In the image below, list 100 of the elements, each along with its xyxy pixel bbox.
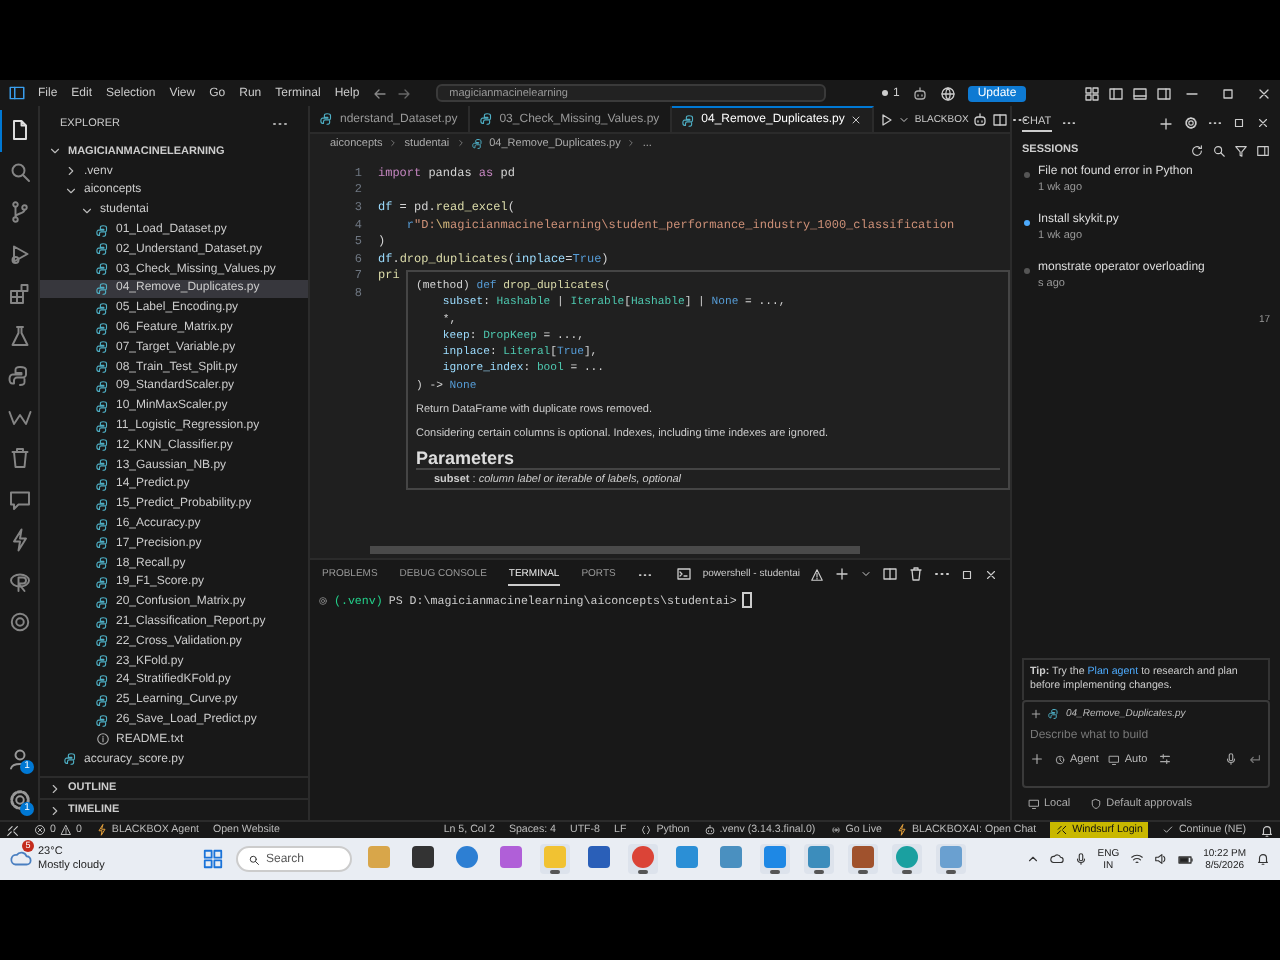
python-file-icon (96, 477, 110, 492)
maximize-icon[interactable] (960, 567, 974, 581)
microphone-icon[interactable] (1224, 752, 1238, 766)
trash-icon[interactable] (8, 446, 32, 471)
branch-icon[interactable] (8, 200, 32, 225)
taskbar-button[interactable] (936, 844, 966, 874)
app-icon[interactable] (588, 846, 610, 868)
python-file-icon (96, 223, 110, 238)
layout-icon[interactable] (1156, 85, 1172, 101)
taskbar-button[interactable] (848, 844, 878, 874)
more-icon[interactable] (1061, 116, 1076, 130)
globe-icon[interactable] (939, 85, 956, 101)
debug-icon[interactable] (8, 241, 32, 266)
zigzag-icon[interactable] (8, 405, 32, 430)
python-file-icon (64, 752, 78, 767)
speaker-icon[interactable] (1153, 852, 1168, 866)
running-indicator (638, 870, 648, 874)
python-file-icon (96, 438, 110, 453)
python-icon[interactable] (8, 364, 32, 389)
python-file-icon (471, 137, 484, 149)
taskbar-button[interactable] (408, 844, 438, 874)
forward-arrow-icon[interactable] (395, 85, 412, 101)
files-icon[interactable] (8, 118, 32, 143)
assistant-icon[interactable] (911, 85, 928, 101)
extensions-icon[interactable] (8, 282, 32, 307)
app-icon[interactable] (412, 846, 434, 868)
close-icon[interactable] (1256, 85, 1272, 101)
bell-icon[interactable] (1260, 823, 1274, 837)
plus-icon[interactable] (834, 566, 850, 582)
footer-icon (1028, 798, 1040, 810)
split-editor-icon[interactable] (992, 111, 1009, 127)
footer-icon (1090, 798, 1103, 810)
plus-icon[interactable] (1030, 708, 1042, 720)
running-indicator (946, 870, 956, 874)
ring-icon[interactable] (8, 610, 32, 635)
app-icon[interactable] (632, 846, 654, 868)
python-file-icon (96, 713, 110, 727)
gear-icon[interactable] (7, 787, 31, 811)
chevron-icon[interactable] (860, 568, 872, 580)
maximize-icon[interactable] (1232, 116, 1246, 130)
dot-icon (882, 90, 889, 96)
search-icon[interactable] (1212, 143, 1226, 157)
python-file-icon (96, 575, 110, 590)
prompt-marker-icon (318, 595, 328, 605)
search-icon[interactable] (8, 159, 32, 184)
python-file-icon (96, 654, 110, 669)
chevron-icon[interactable] (898, 113, 911, 125)
braces-icon (640, 824, 653, 836)
wifi-icon[interactable] (1129, 852, 1144, 866)
layout-icon[interactable] (1108, 85, 1124, 101)
running-indicator (902, 870, 912, 874)
tools-icon[interactable] (1157, 752, 1172, 766)
section-heading: Parameters (416, 448, 1000, 471)
split-icon[interactable] (882, 566, 898, 582)
run-icon[interactable] (878, 111, 895, 127)
taskbar-button[interactable] (540, 844, 570, 874)
flask-icon[interactable] (8, 323, 32, 348)
taskbar-button[interactable] (584, 844, 614, 874)
trash-icon[interactable] (908, 566, 924, 582)
taskbar-button[interactable] (804, 844, 834, 874)
running-indicator (770, 870, 780, 874)
app-icon[interactable] (852, 846, 874, 868)
battery-icon[interactable] (1177, 851, 1194, 867)
assistant-icon[interactable] (972, 111, 989, 127)
app-icon[interactable] (456, 846, 478, 868)
notification-icon[interactable] (1256, 852, 1270, 866)
close-icon[interactable] (850, 114, 863, 126)
send-icon[interactable] (1248, 752, 1262, 766)
python-file-icon (96, 340, 110, 355)
layout-icon[interactable] (1132, 85, 1148, 101)
python-file-icon (96, 360, 110, 375)
bolt-icon[interactable] (8, 528, 32, 553)
close-icon[interactable] (984, 567, 998, 581)
account-icon[interactable] (7, 745, 31, 769)
more-icon[interactable] (1208, 116, 1222, 130)
chat-icon[interactable] (8, 487, 32, 512)
start-icon[interactable] (202, 848, 224, 870)
taskbar-button[interactable] (892, 844, 922, 874)
bolt-icon (895, 824, 908, 836)
search-icon (248, 853, 260, 865)
refresh-icon[interactable] (1190, 143, 1204, 157)
python-file-icon (96, 693, 110, 708)
settings-icon[interactable] (1184, 116, 1198, 130)
back-arrow-icon[interactable] (371, 85, 388, 101)
python-file-icon (96, 379, 110, 394)
remote-icon[interactable] (6, 823, 20, 837)
caret-icon[interactable] (1025, 852, 1040, 866)
layout-icon[interactable] (1084, 85, 1100, 101)
sideright-icon[interactable] (1256, 143, 1270, 157)
close-icon[interactable] (1256, 116, 1270, 130)
filter-icon[interactable] (1234, 143, 1248, 157)
add-icon[interactable] (1030, 752, 1044, 766)
taskbar-button[interactable] (760, 844, 790, 874)
new-chat-icon[interactable] (1158, 115, 1174, 131)
running-indicator (550, 870, 560, 874)
rlogo-icon[interactable] (8, 569, 32, 594)
chevron-icon (388, 138, 399, 148)
check-icon (1162, 824, 1175, 836)
taskbar-button[interactable] (628, 844, 658, 874)
python-file-icon (96, 634, 110, 649)
